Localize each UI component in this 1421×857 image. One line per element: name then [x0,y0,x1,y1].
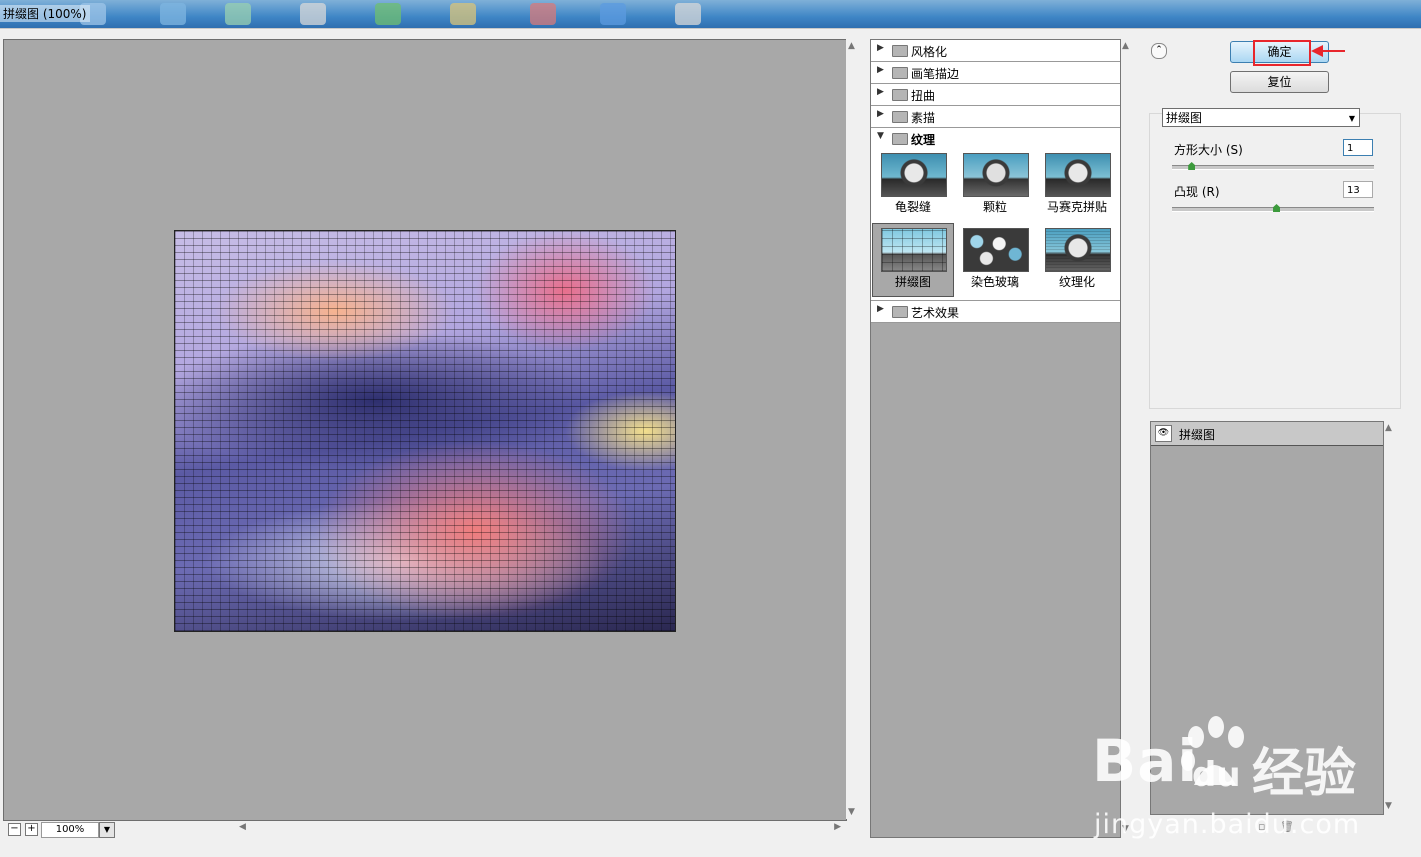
filter-gallery-dialog: ▲ ▼ − + 100% ▼ ◀ ▶ ▶ 风格化 ▶ 画笔描边 ▶ 扭曲 ▶ 素… [0,28,1421,851]
taskbar-icon [675,3,701,25]
taskbar-icon [300,3,326,25]
filter-select-value: 拼缀图 [1166,111,1203,125]
open-folder-icon [892,133,908,145]
category-label: 画笔描边 [911,67,960,81]
taskbar-icon [160,3,186,25]
zoom-level-field[interactable]: 100% [41,822,99,838]
category-brush-strokes[interactable]: ▶ 画笔描边 [871,62,1120,84]
filter-label: 拼缀图 [894,275,931,289]
filter-gallery-panel: ▶ 风格化 ▶ 画笔描边 ▶ 扭曲 ▶ 素描 ▼ 纹理 龟裂缝 颗粒 马赛克拼贴… [870,39,1121,838]
folder-icon [892,89,908,101]
filter-thumbnail [1045,228,1111,272]
scroll-up-icon[interactable]: ▲ [1122,41,1129,51]
scroll-left-icon[interactable]: ◀ [239,822,246,832]
texture-filter-thumbnails: 龟裂缝 颗粒 马赛克拼贴 拼缀图 染色玻璃 纹理化 [871,149,1120,301]
preview-horizontal-scrollbar[interactable]: ◀ ▶ [235,822,845,836]
filter-thumbnail [963,228,1029,272]
scroll-right-icon[interactable]: ▶ [834,822,841,832]
filter-thumbnail [881,228,947,272]
category-label: 素描 [911,111,936,125]
filter-label: 马赛克拼贴 [1046,200,1107,214]
relief-input[interactable]: 13 [1343,181,1373,198]
preview-zoom-bar: − + 100% ▼ ◀ ▶ [3,821,861,839]
baidu-watermark: Bai du 经验 jingyan.baidu.com [1092,716,1392,857]
square-size-input[interactable]: 1 [1343,139,1373,156]
filter-grain[interactable]: 颗粒 [955,149,1035,221]
expand-arrow-icon[interactable]: ▶ [877,65,884,75]
filter-label: 龟裂缝 [894,200,931,214]
collapse-gallery-icon[interactable]: ⌃ [1151,43,1167,59]
square-size-label: 方形大小 (S) [1174,143,1243,157]
window-title-bar: 拼缀图 (100%) [0,0,1421,28]
expand-arrow-icon[interactable]: ▶ [877,43,884,53]
category-distort[interactable]: ▶ 扭曲 [871,84,1120,106]
filter-label: 染色玻璃 [970,275,1019,289]
filter-texturizer[interactable]: 纹理化 [1037,224,1117,296]
category-artistic[interactable]: ▶ 艺术效果 [871,301,1120,323]
expand-arrow-icon[interactable]: ▶ [877,87,884,97]
category-label: 艺术效果 [911,306,960,320]
filter-thumbnail [881,153,947,197]
category-label: 纹理 [911,133,936,147]
expand-arrow-icon[interactable]: ▶ [877,304,884,314]
preview-image[interactable] [174,230,676,632]
square-size-slider[interactable] [1172,162,1374,170]
eye-icon[interactable]: 👁 [1155,425,1172,442]
window-title: 拼缀图 (100%) [0,5,90,22]
filter-label: 颗粒 [982,200,1007,214]
filter-thumbnail [1045,153,1111,197]
chevron-down-icon: ▼ [1348,114,1355,123]
category-label: 风格化 [911,45,948,59]
watermark-brand-du: du [1192,755,1241,795]
category-sketch[interactable]: ▶ 素描 [871,106,1120,128]
preview-area[interactable] [3,39,847,821]
watermark-url: jingyan.baidu.com [1094,809,1361,840]
collapse-arrow-icon[interactable]: ▼ [877,131,884,141]
watermark-text: 经验 [1252,744,1357,804]
highlight-box [1253,40,1311,66]
taskbar-icon [225,3,251,25]
filter-craquelure[interactable]: 龟裂缝 [873,149,953,221]
reset-button[interactable]: 复位 [1230,71,1329,93]
expand-arrow-icon[interactable]: ▶ [877,109,884,119]
scroll-up-icon[interactable]: ▲ [1385,423,1392,433]
filter-label: 纹理化 [1058,275,1095,289]
red-arrow-icon [1311,45,1345,57]
relief-slider[interactable] [1172,204,1374,212]
category-label: 扭曲 [911,89,936,103]
filter-patchwork[interactable]: 拼缀图 [872,223,954,297]
taskbar-icon [530,3,556,25]
scroll-up-icon[interactable]: ▲ [848,41,855,51]
taskbar-icon [450,3,476,25]
scroll-down-icon[interactable]: ▼ [848,807,855,817]
category-stylize[interactable]: ▶ 风格化 [871,40,1120,62]
preview-vertical-scrollbar[interactable]: ▲ ▼ [846,39,860,819]
filter-thumbnail [963,153,1029,197]
folder-icon [892,306,908,318]
zoom-out-button[interactable]: − [8,823,21,836]
zoom-in-button[interactable]: + [25,823,38,836]
filter-select-dropdown[interactable]: 拼缀图 ▼ [1162,108,1360,127]
zoom-dropdown-button[interactable]: ▼ [99,822,115,838]
filter-stained-glass[interactable]: 染色玻璃 [955,224,1035,296]
taskbar-icon [600,3,626,25]
folder-icon [892,67,908,79]
relief-label: 凸现 (R) [1174,185,1220,199]
folder-icon [892,111,908,123]
filter-mosaic-tiles[interactable]: 马赛克拼贴 [1037,149,1117,221]
chevron-down-icon: ▼ [103,825,111,834]
category-texture[interactable]: ▼ 纹理 [871,128,1120,150]
effect-layer-label: 拼缀图 [1179,428,1216,442]
taskbar-icon [375,3,401,25]
folder-icon [892,45,908,57]
effect-layer-row[interactable]: 👁 拼缀图 [1151,422,1383,446]
